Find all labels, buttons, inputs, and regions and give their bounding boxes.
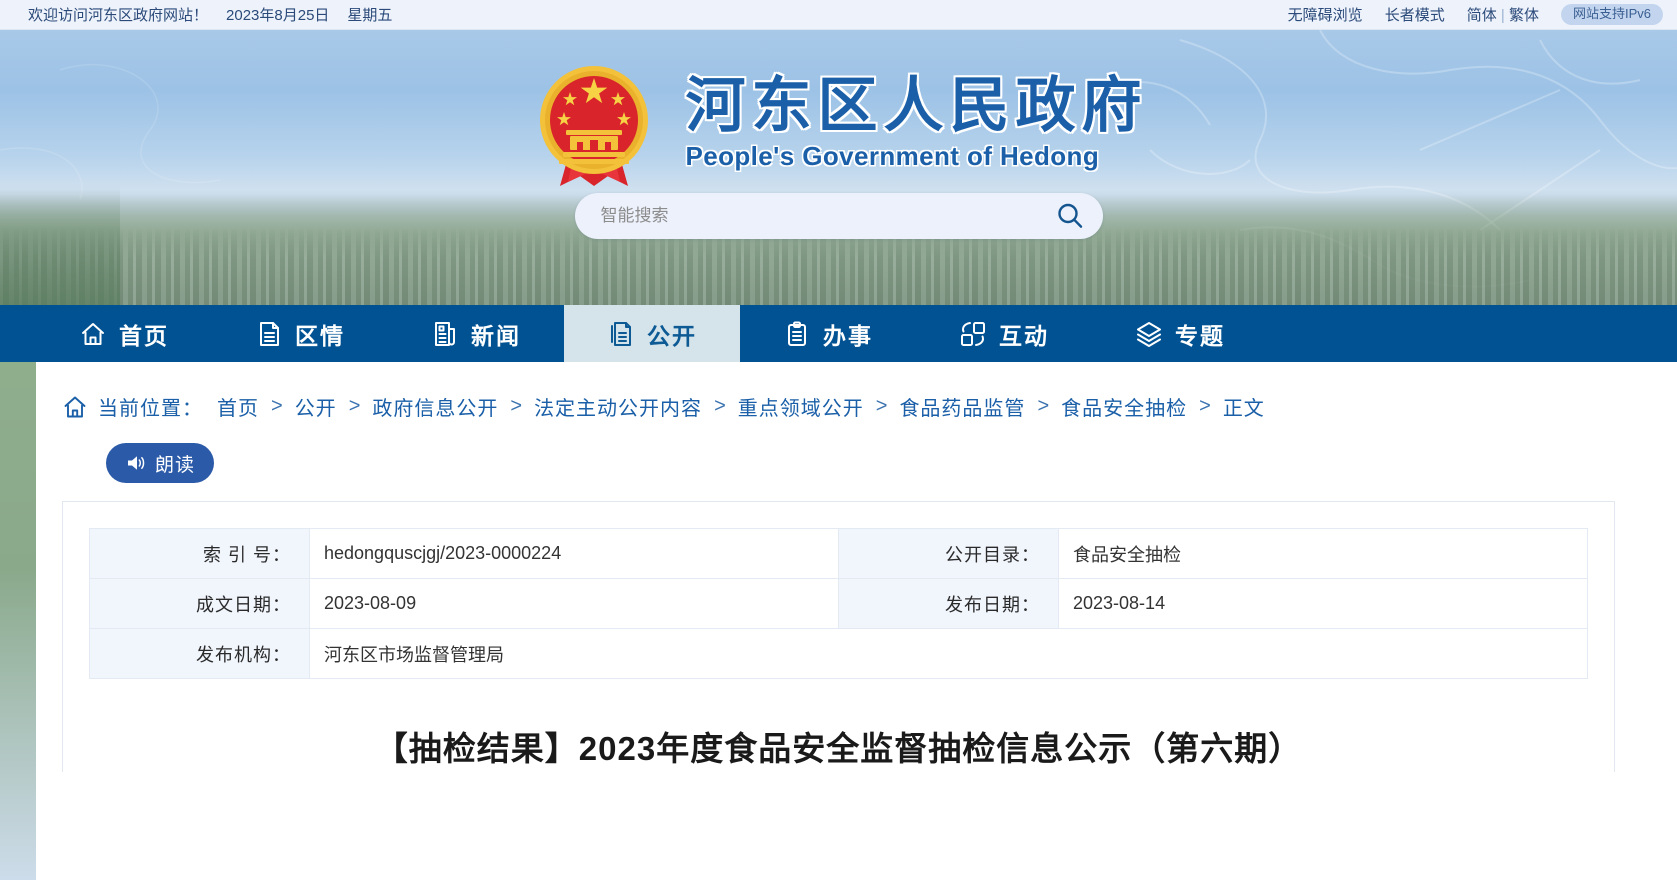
breadcrumb-item-2[interactable]: 政府信息公开 — [372, 392, 498, 421]
table-row: 索 引 号： hedongquscjgj/2023-0000224 公开目录： … — [89, 528, 1588, 579]
nav-label: 专题 — [1175, 322, 1225, 349]
breadcrumb-item-5[interactable]: 食品药品监管 — [899, 392, 1025, 421]
page-content: 当前位置： 首页 > 公开 > 政府信息公开 > 法定主动公开内容 > 重点领域… — [36, 362, 1677, 880]
nav-label: 互动 — [999, 322, 1049, 349]
breadcrumb-item-3[interactable]: 法定主动公开内容 — [534, 392, 702, 421]
breadcrumb: 当前位置： 首页 > 公开 > 政府信息公开 > 法定主动公开内容 > 重点领域… — [62, 362, 1615, 421]
current-weekday: 星期五 — [347, 7, 393, 24]
read-aloud-label: 朗读 — [154, 454, 195, 476]
breadcrumb-item-1[interactable]: 公开 — [295, 392, 337, 421]
nav-label: 区情 — [295, 322, 345, 349]
top-utility-bar: 欢迎访问河东区政府网站！ 2023年8月25日 星期五 无障碍浏览 长者模式 简… — [0, 0, 1677, 30]
article-card: 索 引 号： hedongquscjgj/2023-0000224 公开目录： … — [62, 501, 1615, 772]
speaker-icon — [125, 453, 147, 473]
brand-text-block: 河东区人民政府 People's Government of Hedong — [685, 71, 1148, 172]
breadcrumb-separator: > — [1199, 395, 1211, 417]
home-icon — [79, 320, 107, 348]
language-switch-group: 简体 | 繁体 — [1467, 4, 1539, 25]
page-left-decoration — [0, 362, 36, 880]
meta-value: hedongquscjgj/2023-0000224 — [309, 528, 839, 579]
topbar-right-group: 无障碍浏览 长者模式 简体 | 繁体 网站支持IPv6 — [1288, 4, 1663, 25]
breadcrumb-item-4[interactable]: 重点领域公开 — [738, 392, 864, 421]
open-document-icon — [607, 320, 635, 348]
nav-label: 新闻 — [471, 322, 521, 349]
breadcrumb-item-6[interactable]: 食品安全抽检 — [1061, 392, 1187, 421]
nav-item-interaction[interactable]: 互动 — [916, 305, 1092, 362]
breadcrumb-item-7[interactable]: 正文 — [1223, 392, 1265, 421]
site-brand: 河东区人民政府 People's Government of Hedong — [0, 58, 1677, 186]
site-title-cn: 河东区人民政府 — [685, 71, 1148, 139]
breadcrumb-label: 当前位置： — [98, 398, 203, 420]
nav-item-home[interactable]: 首页 — [36, 305, 212, 362]
document-icon — [255, 320, 283, 348]
layers-icon — [1135, 320, 1163, 348]
clipboard-icon — [783, 320, 811, 348]
breadcrumb-item-0[interactable]: 首页 — [217, 392, 259, 421]
nav-label: 首页 — [119, 322, 169, 349]
breadcrumb-separator: > — [348, 395, 361, 417]
meta-key: 发布机构： — [89, 628, 310, 679]
nav-item-services[interactable]: 办事 — [740, 305, 916, 362]
page-title: 【抽检结果】2023年度食品安全监督抽检信息公示（第六期） — [374, 730, 1303, 767]
page-body: 当前位置： 首页 > 公开 > 政府信息公开 > 法定主动公开内容 > 重点领域… — [0, 362, 1677, 880]
language-divider: | — [1500, 7, 1505, 24]
nav-item-open-government[interactable]: 公开 — [564, 305, 740, 362]
current-date: 2023年8月25日 — [226, 7, 330, 24]
site-title-en: People's Government of Hedong — [685, 140, 1100, 171]
meta-value: 2023-08-14 — [1058, 578, 1588, 629]
breadcrumb-separator: > — [875, 395, 888, 417]
metadata-table: 索 引 号： hedongquscjgj/2023-0000224 公开目录： … — [89, 528, 1588, 679]
breadcrumb-separator: > — [271, 395, 283, 417]
simplified-chinese-link[interactable]: 简体 — [1467, 7, 1497, 24]
nav-item-topics[interactable]: 专题 — [1092, 305, 1268, 362]
meta-value: 2023-08-09 — [309, 578, 839, 629]
read-aloud-button[interactable]: 朗读 — [106, 443, 214, 483]
elder-mode-link[interactable]: 长者模式 — [1385, 4, 1445, 25]
main-navigation: 首页 区情 新闻 公开 办事 互动 专题 — [0, 305, 1677, 362]
national-emblem-icon — [530, 58, 658, 186]
search-input[interactable] — [600, 206, 1055, 226]
topbar-left-group: 欢迎访问河东区政府网站！ 2023年8月25日 星期五 — [28, 4, 392, 25]
meta-key: 成文日期： — [89, 578, 310, 629]
nav-label: 办事 — [823, 322, 873, 349]
home-icon — [62, 394, 88, 420]
left-green-decoration — [0, 185, 120, 305]
search-box[interactable] — [574, 193, 1103, 239]
interaction-icon — [959, 320, 987, 348]
meta-key: 发布日期： — [838, 578, 1059, 629]
breadcrumb-separator: > — [510, 395, 523, 417]
nav-item-news[interactable]: 新闻 — [388, 305, 564, 362]
ipv6-support-badge: 网站支持IPv6 — [1560, 4, 1663, 25]
search-icon[interactable] — [1055, 201, 1085, 231]
breadcrumb-separator: > — [714, 395, 726, 417]
hero-banner: 河东区人民政府 People's Government of Hedong — [0, 30, 1677, 305]
news-icon — [431, 320, 459, 348]
nav-item-district[interactable]: 区情 — [212, 305, 388, 362]
table-row: 成文日期： 2023-08-09 发布日期： 2023-08-14 — [89, 578, 1588, 629]
accessibility-link[interactable]: 无障碍浏览 — [1288, 4, 1363, 25]
nav-label: 公开 — [647, 322, 697, 349]
meta-key: 公开目录： — [838, 528, 1059, 579]
welcome-text: 欢迎访问河东区政府网站！ — [28, 7, 209, 24]
table-row: 发布机构： 河东区市场监督管理局 — [89, 628, 1588, 679]
traditional-chinese-link[interactable]: 繁体 — [1509, 7, 1539, 24]
breadcrumb-separator: > — [1037, 395, 1050, 417]
meta-key: 索 引 号： — [89, 528, 310, 579]
meta-value: 河东区市场监督管理局 — [309, 628, 1588, 679]
meta-value: 食品安全抽检 — [1058, 528, 1588, 579]
